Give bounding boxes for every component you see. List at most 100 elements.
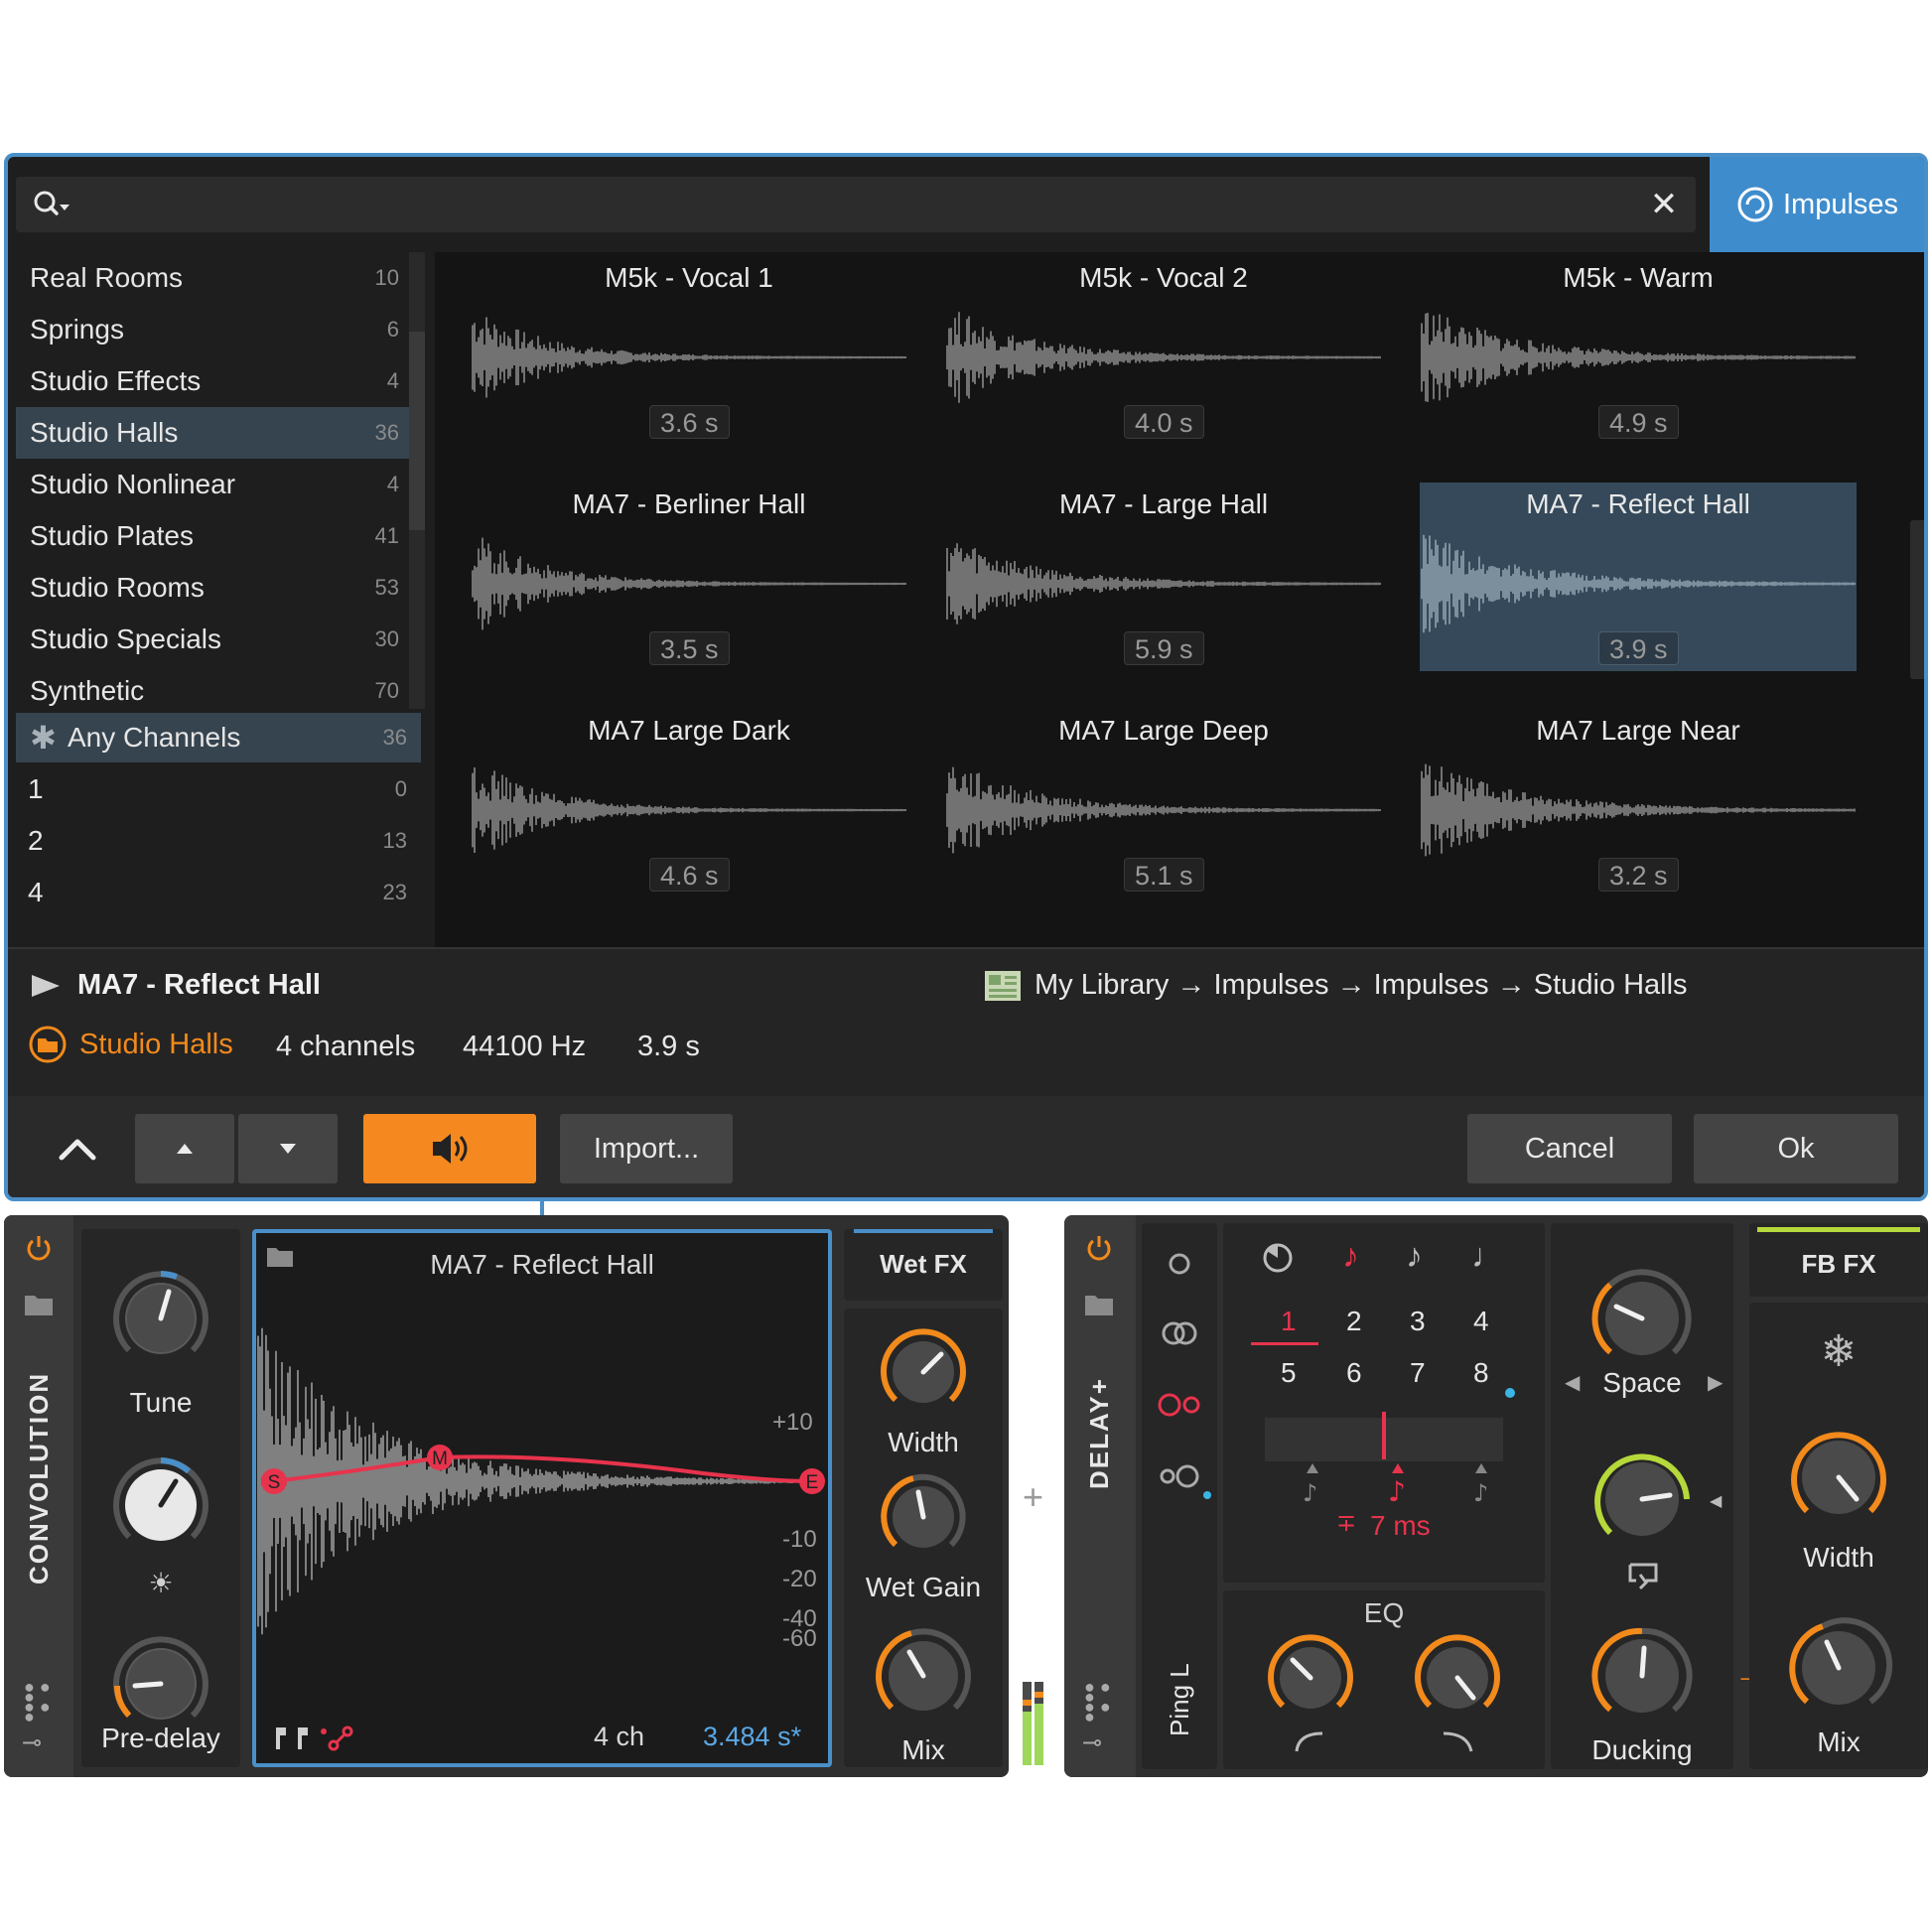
power-icon[interactable] [24,1233,54,1263]
eq-high-knob[interactable] [1408,1628,1507,1727]
category-item[interactable]: Studio Specials 30 [16,614,413,665]
impulse-tile-selected[interactable]: MA7 - Reflect Hall 3.9 s [1420,483,1857,671]
wet-gain-knob[interactable] [874,1467,973,1567]
modulator-arrow-icon[interactable]: ⊸ [22,1731,56,1755]
feedback-loop-icon [1628,1563,1658,1590]
impulse-name: M5k - Vocal 1 [605,262,773,293]
impulses-source-tab[interactable]: Impulses [1710,157,1924,252]
width-knob[interactable] [874,1322,973,1422]
previous-button[interactable] [135,1114,234,1183]
fb-mix-knob[interactable] [1777,1606,1900,1729]
impulse-category[interactable]: Studio Halls [79,1027,233,1062]
impulse-tile[interactable]: M5k - Warm 4.9 s [1420,256,1857,445]
offset-plusminus-icon[interactable]: ∓ [1336,1509,1356,1538]
space-knob[interactable] [1581,1257,1704,1380]
mix-knob[interactable] [868,1620,979,1731]
fb-fx-indicator [1757,1227,1920,1232]
convolution-device: CONVOLUTION ● ● ● ● ● ● ⊸ Tune ☀ Pre-dela… [4,1215,1009,1777]
step-button[interactable]: 1 [1281,1305,1297,1338]
preview-audio-button[interactable] [363,1114,536,1183]
note-sixteenth-icon[interactable]: ♪ [1342,1237,1359,1276]
channel-item[interactable]: 2 13 [16,816,421,866]
folder-icon[interactable] [1084,1293,1114,1316]
impulse-response-display[interactable]: MA7 - Reflect Hall SME +10 -10 -20 -40 -… [252,1229,832,1767]
scrollbar-thumb[interactable] [409,332,425,530]
category-item[interactable]: Studio Rooms 53 [16,562,413,614]
category-item[interactable]: Studio Plates 41 [16,510,413,562]
sync-indicator [1505,1388,1515,1398]
step-button[interactable]: 2 [1346,1305,1362,1338]
step-button[interactable]: 5 [1281,1356,1297,1390]
next-button[interactable] [238,1114,338,1183]
search-icon[interactable] [30,187,73,222]
offset-slider-marker[interactable] [1382,1412,1386,1459]
impulse-name: MA7 Large Dark [588,715,790,746]
power-icon[interactable] [1084,1233,1114,1263]
wet-controls-panel: Width Wet Gain Mix [844,1309,1003,1767]
trim-markers-icon[interactable] [272,1724,361,1753]
category-item[interactable]: Real Rooms 10 [16,252,413,304]
fb-fx-controls-panel: ❄ Width Mix [1749,1303,1928,1769]
category-item-selected[interactable]: Studio Halls 36 [16,407,413,459]
ping-pong-mode-icon[interactable] [1154,1390,1205,1420]
impulse-tile[interactable]: M5k - Vocal 1 3.6 s [471,256,907,445]
folder-icon[interactable] [24,1293,54,1316]
impulse-tile[interactable]: MA7 Large Deep 5.1 s [945,709,1382,897]
browser-footer: Import... Cancel Ok [8,1096,1924,1197]
search-bar[interactable]: ✕ [16,177,1696,232]
offset-value[interactable]: 7 ms [1370,1509,1431,1543]
impulse-tile[interactable]: MA7 - Berliner Hall 3.5 s [471,483,907,671]
impulse-tile[interactable]: M5k - Vocal 2 4.0 s [945,256,1382,445]
ping-pong-right-icon[interactable] [1154,1461,1213,1501]
impulse-name: MA7 Large Near [1536,715,1740,746]
step-button[interactable]: 3 [1410,1305,1426,1338]
channel-item[interactable]: 10 [16,764,421,814]
impulse-name: MA7 - Large Hall [1058,488,1269,519]
category-scrollbar[interactable] [409,252,425,709]
impulse-tile[interactable]: MA7 Large Near 3.2 s [1420,709,1857,897]
tune-knob[interactable] [101,1259,220,1378]
impulse-tile[interactable]: MA7 Large Dark 4.6 s [471,709,907,897]
mono-mode-icon[interactable] [1160,1249,1199,1279]
category-item[interactable]: Synthetic 70 [16,665,413,709]
ir-length[interactable]: 3.484 s* [703,1720,801,1753]
stereo-mode-icon[interactable] [1156,1318,1203,1348]
add-device-button[interactable]: + [1023,1477,1043,1517]
library-path[interactable]: My Library → Impulses → Impulses → Studi… [1035,967,1688,1003]
brightness-knob[interactable] [101,1446,220,1565]
ducking-knob[interactable] [1581,1614,1704,1737]
category-item[interactable]: Studio Nonlinear 4 [16,459,413,510]
ok-button[interactable]: Ok [1694,1114,1898,1183]
step-button[interactable]: 7 [1410,1356,1426,1390]
space-next-icon[interactable]: ▶ [1708,1370,1723,1395]
note-quarter-icon[interactable]: ♩ [1471,1237,1505,1276]
clock-icon[interactable] [1261,1241,1295,1275]
wet-fx-header[interactable]: Wet FX [844,1229,1003,1301]
category-item[interactable]: Studio Effects 4 [16,355,413,407]
freeze-snowflake-icon[interactable]: ❄ [1749,1326,1928,1377]
impulse-tile[interactable]: MA7 - Large Hall 5.9 s [945,483,1382,671]
step-button[interactable]: 8 [1473,1356,1489,1390]
fb-width-knob[interactable] [1777,1416,1900,1539]
step-button[interactable]: 6 [1346,1356,1362,1390]
feedback-knob[interactable] [1581,1438,1704,1561]
channel-item-selected[interactable]: ✱ Any Channels 36 [16,713,421,762]
more-icon[interactable]: ● ● ● ● ● ● [1084,1678,1114,1725]
impulse-duration: 3.9 s [1598,631,1679,665]
cancel-button[interactable]: Cancel [1467,1114,1672,1183]
eq-low-knob[interactable] [1261,1628,1360,1727]
more-icon[interactable]: ● ● ● ● ● ● [24,1678,54,1725]
space-label: Space [1602,1367,1682,1398]
swing-note-icons[interactable]: ♪ ♪ ♪ [1299,1459,1497,1505]
modulator-arrow-icon[interactable]: ⊸ [1082,1731,1116,1755]
close-icon[interactable]: ✕ [1644,187,1684,222]
import-button[interactable]: Import... [560,1114,733,1183]
category-item[interactable]: Springs 6 [16,304,413,355]
channel-item[interactable]: 4 23 [16,868,421,917]
note-eighth-icon[interactable]: ♪ [1406,1237,1423,1276]
grid-scrollbar[interactable] [1910,520,1924,679]
play-icon[interactable] [28,971,64,1001]
collapse-button[interactable] [38,1114,117,1183]
step-button[interactable]: 4 [1473,1305,1489,1338]
fb-fx-header[interactable]: FB FX [1749,1223,1928,1297]
